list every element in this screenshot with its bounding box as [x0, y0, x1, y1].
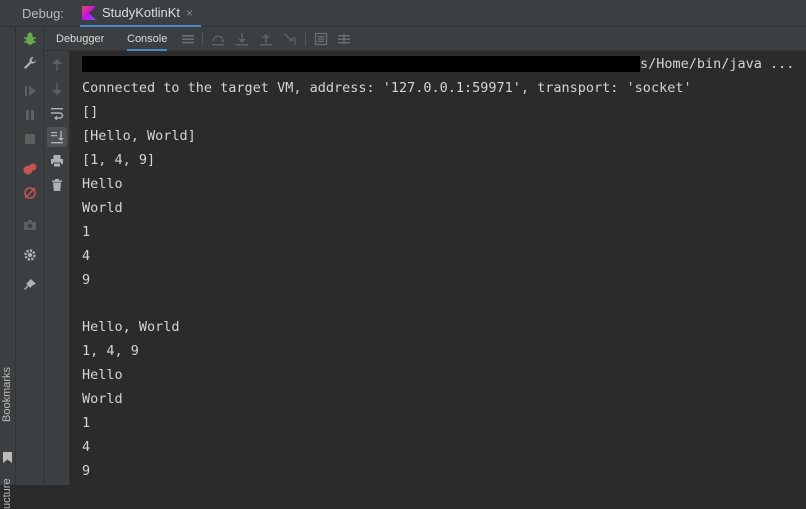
settings-icon[interactable] — [22, 247, 38, 263]
left-tool-strip: Bookmarks ucture — [0, 27, 16, 509]
debug-actions-column — [16, 27, 44, 485]
pause-icon[interactable] — [22, 107, 38, 123]
command-tail: s/Home/bin/java ... — [640, 56, 795, 72]
bookmarks-tab[interactable]: Bookmarks — [1, 367, 13, 422]
console-line: 1 — [82, 224, 91, 240]
debug-label: Debug: — [22, 6, 64, 21]
print-icon[interactable] — [49, 153, 65, 169]
console-line: 4 — [82, 439, 91, 455]
console-line: 4 — [82, 248, 91, 264]
run-config-tab[interactable]: StudyKotlinKt × — [80, 0, 202, 27]
console-line: 9 — [82, 463, 91, 479]
console-line: [] — [82, 104, 99, 120]
console-output[interactable]: s/Home/bin/java ... Connected to the tar… — [70, 51, 806, 485]
console-line: Connected to the target VM, address: '12… — [82, 80, 692, 96]
toolbar-divider — [305, 32, 306, 46]
soft-wrap-icon[interactable] — [49, 105, 65, 121]
debug-tool-window-header: Debug: StudyKotlinKt × — [0, 0, 806, 27]
console-line: Hello — [82, 176, 123, 192]
scroll-to-end-icon[interactable] — [47, 127, 67, 147]
bookmark-icon — [3, 452, 12, 463]
toolbar-divider — [202, 32, 203, 46]
step-out-icon[interactable] — [258, 31, 274, 47]
bug-icon[interactable] — [22, 31, 38, 47]
view-breakpoints-icon[interactable] — [22, 161, 38, 177]
console-line: World — [82, 200, 123, 216]
console-line: [Hello, World] — [82, 128, 196, 144]
evaluate-expression-icon[interactable] — [313, 31, 329, 47]
tab-debugger[interactable]: Debugger — [56, 27, 104, 51]
arrow-down-icon[interactable] — [49, 81, 65, 97]
close-icon[interactable]: × — [186, 6, 193, 20]
console-line: Hello — [82, 367, 123, 383]
console-line: 9 — [82, 272, 91, 288]
step-over-icon[interactable] — [210, 31, 226, 47]
console-line: Hello, World — [82, 319, 180, 335]
run-to-cursor-icon[interactable] — [282, 31, 298, 47]
mute-breakpoints-icon[interactable] — [22, 185, 38, 201]
console-line: 1, 4, 9 — [82, 343, 139, 359]
trace-icon[interactable] — [336, 31, 352, 47]
resume-icon[interactable] — [22, 83, 38, 99]
arrow-up-icon[interactable] — [49, 57, 65, 73]
pin-icon[interactable] — [22, 277, 38, 293]
wrench-icon[interactable] — [22, 55, 38, 71]
console-line: 1 — [82, 415, 91, 431]
tab-console[interactable]: Console — [127, 27, 168, 51]
structure-tab[interactable]: ucture — [1, 478, 13, 509]
console-line: [1, 4, 9] — [82, 152, 156, 168]
menu-icon[interactable] — [180, 31, 196, 47]
step-into-icon[interactable] — [234, 31, 250, 47]
console-actions-column — [44, 51, 70, 485]
redacted-command — [82, 56, 640, 72]
camera-icon[interactable] — [22, 217, 38, 233]
kotlin-icon — [82, 5, 96, 20]
debug-subtoolbar: Debugger Console — [44, 27, 806, 51]
trash-icon[interactable] — [49, 177, 65, 193]
console-line: World — [82, 391, 123, 407]
stop-icon[interactable] — [22, 131, 38, 147]
run-config-label: StudyKotlinKt — [102, 5, 181, 20]
